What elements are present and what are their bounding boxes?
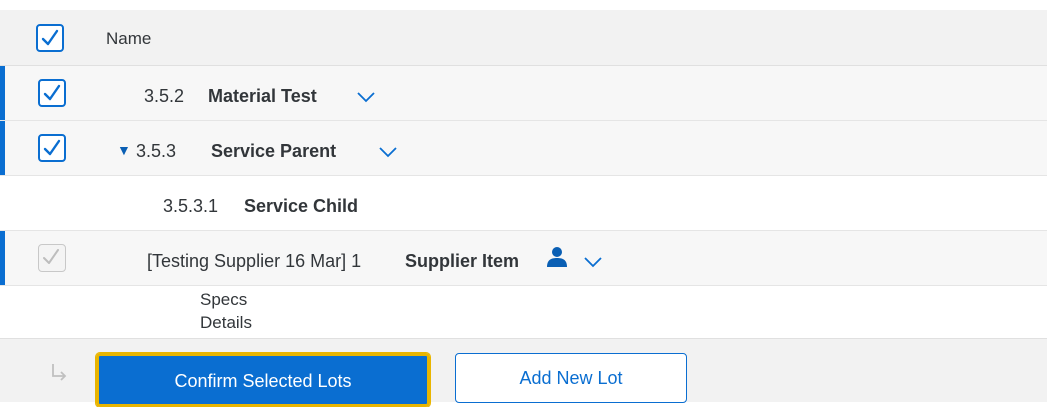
add-new-lot-button[interactable]: Add New Lot <box>455 353 687 403</box>
name-column-header: Name <box>106 29 152 48</box>
table-row[interactable]: 3.5.3.1 Service Child <box>0 176 1047 231</box>
item-number: [Testing Supplier 16 Mar] 1 <box>147 251 362 271</box>
selection-indicator <box>0 66 5 120</box>
table-header: Name <box>0 10 1047 66</box>
item-details: Specs Details <box>0 286 1047 338</box>
table-row[interactable]: [Testing Supplier 16 Mar] 1 Supplier Ite… <box>0 231 1047 286</box>
row-checkbox-disabled <box>38 244 66 272</box>
item-name: Material Test <box>208 86 317 106</box>
details-text: Details <box>200 313 252 332</box>
return-arrow-icon <box>52 364 67 381</box>
chevron-down-icon[interactable] <box>378 146 398 158</box>
table-row[interactable]: ▼ 3.5.3 Service Parent <box>0 121 1047 176</box>
selection-indicator <box>0 231 5 285</box>
item-name: Service Parent <box>211 141 337 161</box>
row-checkbox[interactable] <box>38 134 66 162</box>
check-icon <box>41 29 59 46</box>
confirm-selected-lots-button[interactable]: Confirm Selected Lots <box>95 352 431 407</box>
select-all-checkbox[interactable] <box>36 24 64 52</box>
triangle-down-icon[interactable]: ▼ <box>117 143 131 157</box>
item-name: Service Child <box>244 196 359 216</box>
item-name: Supplier Item <box>405 251 520 271</box>
row-checkbox[interactable] <box>38 79 66 107</box>
item-number: 3.5.3.1 <box>163 196 219 216</box>
check-icon <box>43 84 61 101</box>
selection-indicator <box>0 121 5 175</box>
person-icon <box>547 247 567 267</box>
table-row[interactable]: 3.5.2 Material Test <box>0 66 1047 121</box>
action-bar: Confirm Selected Lots Add New Lot <box>0 338 1047 407</box>
chevron-down-icon[interactable] <box>356 91 376 103</box>
check-icon <box>43 249 59 264</box>
item-number: 3.5.3 <box>136 141 177 161</box>
check-icon <box>43 139 61 156</box>
item-number: 3.5.2 <box>144 86 185 106</box>
specs-text: Specs <box>200 290 248 309</box>
chevron-down-icon[interactable] <box>583 256 603 268</box>
